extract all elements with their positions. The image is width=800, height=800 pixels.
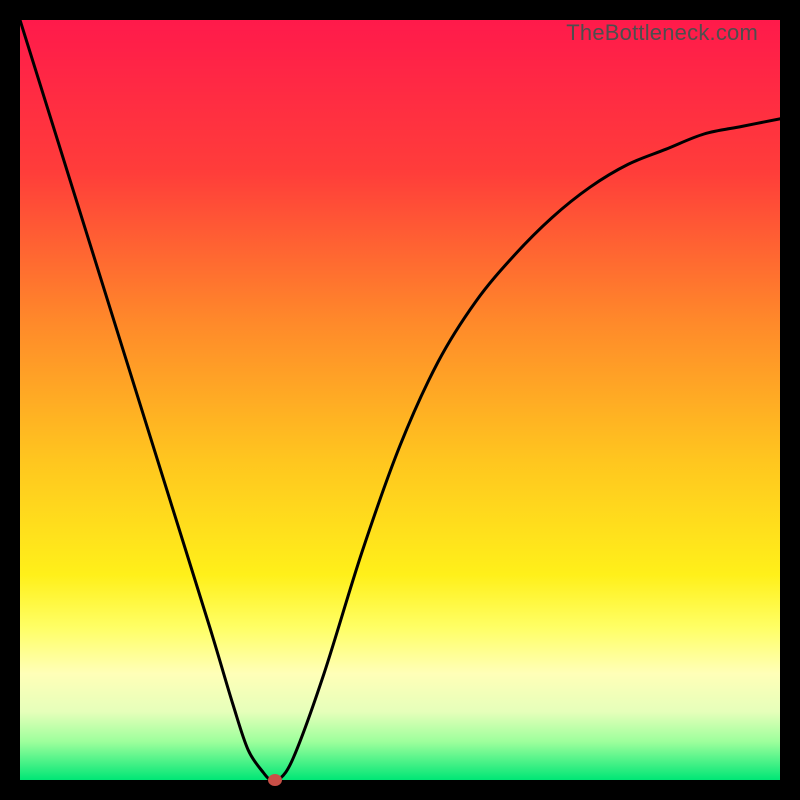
bottleneck-curve (20, 20, 780, 780)
chart-frame: TheBottleneck.com (20, 20, 780, 780)
optimal-point-marker (268, 774, 282, 786)
watermark-text: TheBottleneck.com (566, 20, 758, 46)
